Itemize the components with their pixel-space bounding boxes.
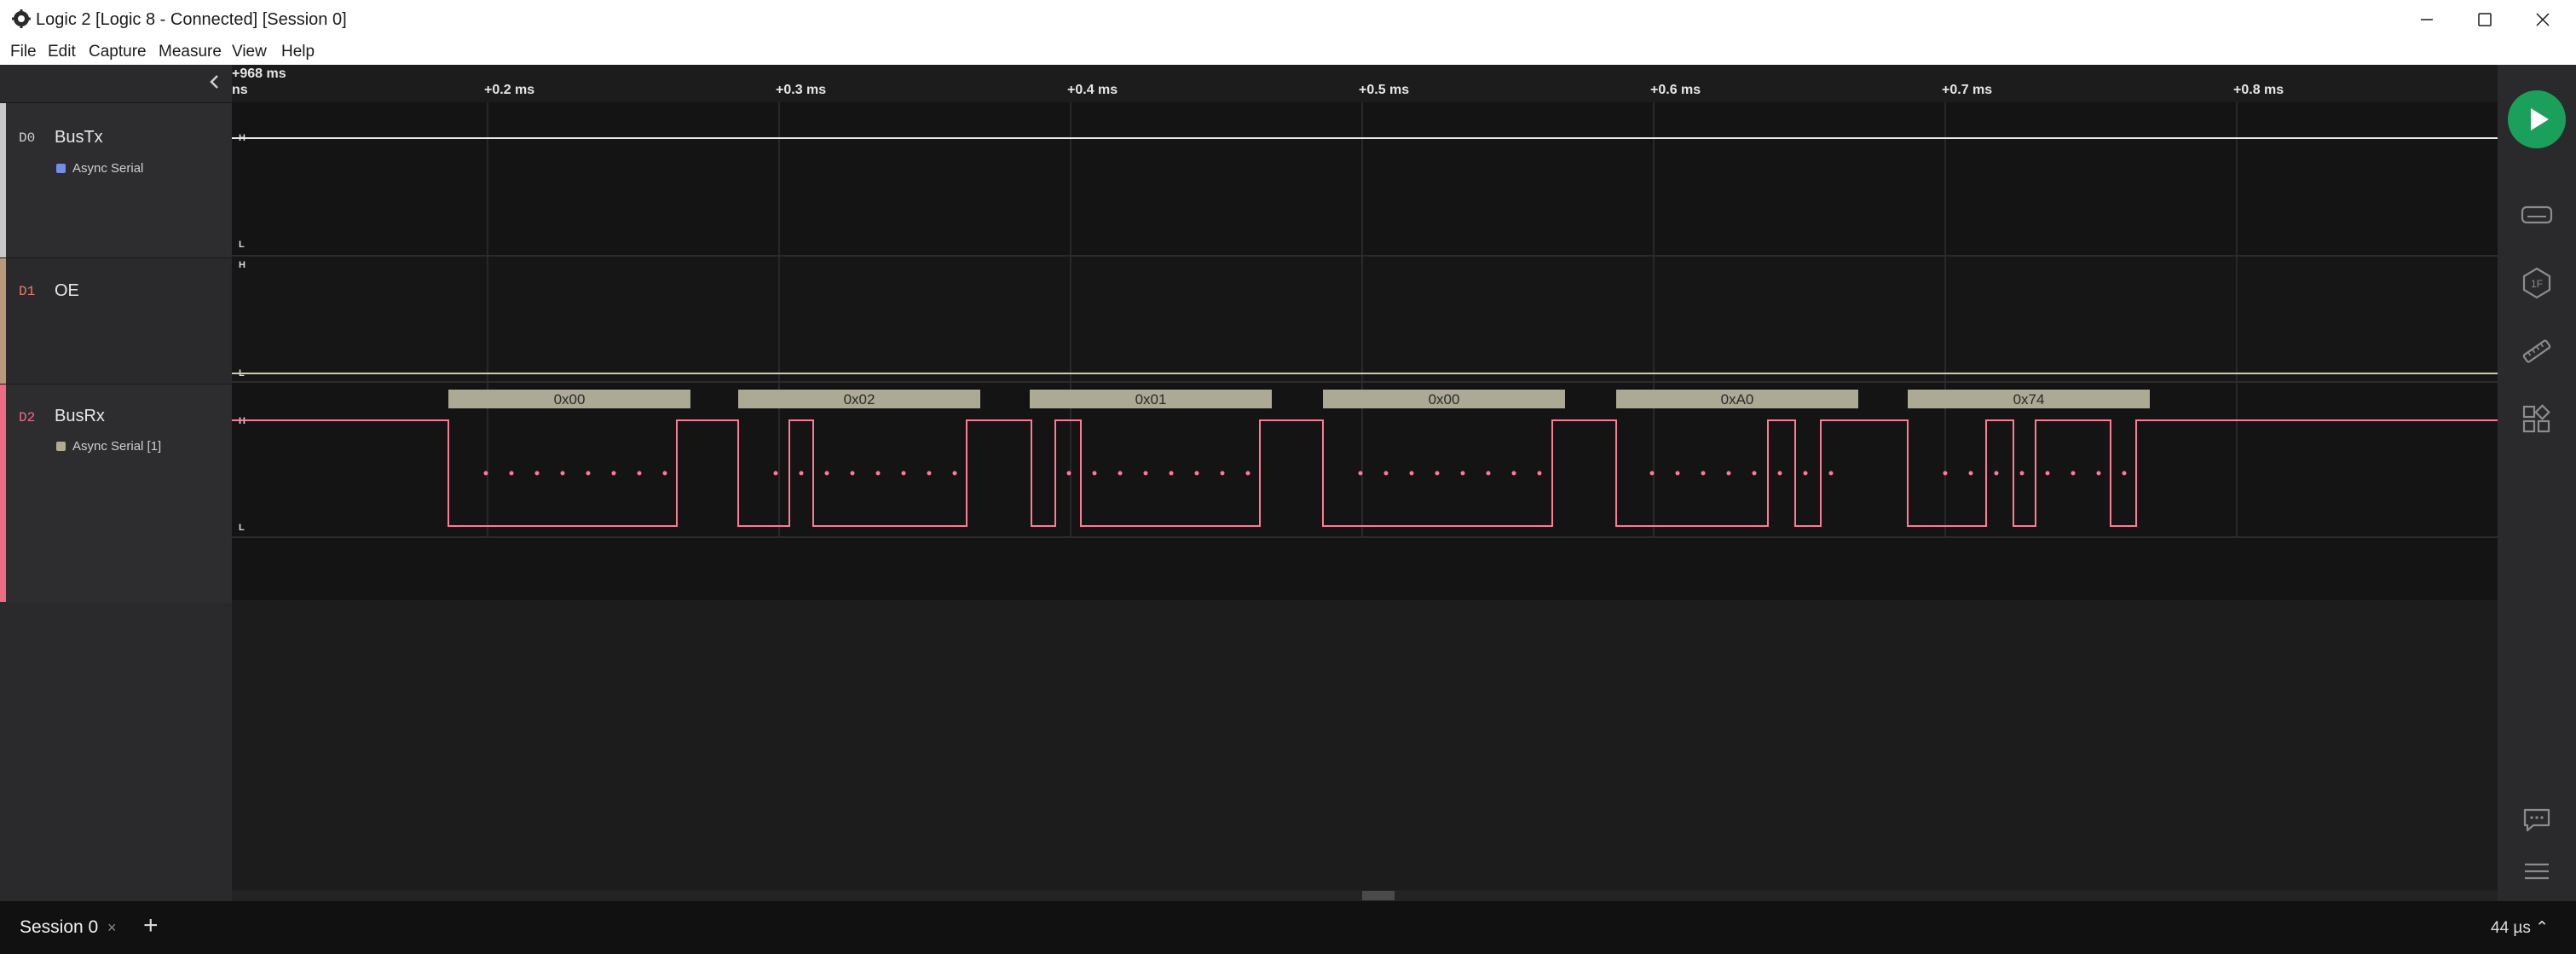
decoded-frame-label: 0x74 [2013, 391, 2045, 408]
title-bar: Logic 2 [Logic 8 - Connected] [Session 0… [0, 0, 2576, 39]
level-low-label: L [239, 240, 245, 250]
analyzer-label: Async Serial [1] [72, 439, 162, 454]
minimize-icon [2421, 19, 2433, 20]
channel-name[interactable]: BusTx [55, 128, 103, 147]
logic-app-icon [12, 9, 31, 28]
hex-1f-icon[interactable]: 1F [2520, 266, 2554, 300]
minimize-button[interactable] [2397, 0, 2457, 39]
channel-color-strip [0, 103, 6, 257]
collapse-sidebar-button[interactable] [203, 70, 227, 94]
menu-capture[interactable]: Capture [89, 43, 147, 61]
level-low-label: L [239, 523, 245, 533]
time-ruler[interactable]: +968 ms ns +0.2 ms +0.3 ms +0.4 ms +0.5 … [232, 65, 2498, 102]
menu-bar: File Edit Capture Measure View Help [0, 39, 2576, 65]
horizontal-scrollbar-thumb[interactable] [1362, 891, 1395, 900]
close-session-icon[interactable]: × [107, 919, 117, 937]
menu-edit[interactable]: Edit [48, 43, 76, 61]
maximize-icon [2478, 13, 2492, 26]
svg-text:1F: 1F [2531, 278, 2543, 290]
ruler-origin-label: +968 ms [232, 66, 286, 81]
ruler-icon[interactable] [2520, 334, 2554, 368]
lane-d2-background [232, 382, 2498, 600]
analyzer-tag[interactable]: Async Serial [56, 161, 143, 176]
menu-file[interactable]: File [10, 43, 37, 61]
channel-id: D0 [19, 130, 36, 146]
lane-d1-background [232, 256, 2498, 382]
decoded-frame-label: 0x00 [554, 391, 586, 408]
extensions-icon[interactable] [2520, 402, 2554, 437]
menu-icon[interactable] [2520, 854, 2554, 888]
decoded-frame-label: 0x00 [1429, 391, 1460, 408]
channel-sidebar: D0 BusTx Async Serial D1 OE D2 BusRx Asy… [0, 65, 232, 901]
ruler-tick-label: +0.6 ms [1650, 83, 1701, 97]
channel-name[interactable]: OE [55, 281, 79, 301]
close-button[interactable] [2513, 0, 2573, 39]
menu-help[interactable]: Help [281, 43, 315, 61]
chevron-left-icon [210, 75, 218, 89]
channel-row-d0[interactable]: D0 BusTx Async Serial [0, 102, 232, 257]
maximize-button[interactable] [2455, 0, 2515, 39]
decoded-frame-label: 0x02 [844, 391, 875, 408]
add-session-button[interactable]: + [143, 913, 159, 939]
analyzer-label: Async Serial [72, 161, 144, 176]
lane-d0-background [232, 102, 2498, 256]
app-window: Logic 2 [Logic 8 - Connected] [Session 0… [0, 0, 2576, 954]
analyzer-color-swatch [56, 164, 66, 173]
decoded-frame-label: 0x01 [1135, 391, 1167, 408]
channel-row-d2[interactable]: D2 BusRx Async Serial [1] [0, 384, 232, 602]
decoded-frame-label: 0xA0 [1721, 391, 1754, 408]
right-tool-rail: 1F [2498, 65, 2576, 901]
channel-color-strip [0, 258, 6, 384]
channel-row-d1[interactable]: D1 OE [0, 257, 232, 384]
ruler-tick-label: +0.7 ms [1942, 83, 1993, 97]
menu-measure[interactable]: Measure [159, 43, 222, 61]
channel-name[interactable]: BusRx [55, 407, 105, 426]
ruler-tick-label: +0.3 ms [776, 83, 827, 97]
level-high-label: H [239, 260, 245, 270]
ruler-tick-label: +0.5 ms [1359, 83, 1410, 97]
window-title: Logic 2 [Logic 8 - Connected] [Session 0… [36, 10, 347, 29]
session-tab[interactable]: Session 0 × [0, 901, 128, 954]
waveform-area[interactable]: H L H L H L [232, 102, 2498, 901]
waveform-canvas[interactable]: H L H L H L [232, 102, 2498, 901]
analyzers-icon[interactable] [2520, 198, 2554, 232]
play-icon [2531, 108, 2549, 130]
ruler-tick-label: +0.4 ms [1067, 83, 1118, 97]
ruler-tick-label: +0.8 ms [2233, 83, 2284, 97]
channel-color-strip [0, 384, 6, 602]
ruler-tick-label: +0.2 ms [484, 83, 535, 97]
timing-measurement-readout[interactable]: 44 µs ⌃ [2491, 918, 2549, 938]
menu-view[interactable]: View [232, 43, 267, 61]
channel-id: D2 [19, 410, 36, 425]
analyzer-color-swatch [56, 442, 66, 451]
channel-id: D1 [19, 284, 36, 299]
chat-icon[interactable] [2520, 803, 2554, 837]
ruler-origin-unit: ns [232, 83, 248, 97]
start-capture-button[interactable] [2508, 90, 2566, 148]
analyzer-tag[interactable]: Async Serial [1] [56, 439, 161, 454]
session-tab-label: Session 0 [20, 917, 99, 937]
session-bar: Session 0 × + 44 µs ⌃ [0, 901, 2576, 954]
close-icon [2536, 13, 2550, 26]
